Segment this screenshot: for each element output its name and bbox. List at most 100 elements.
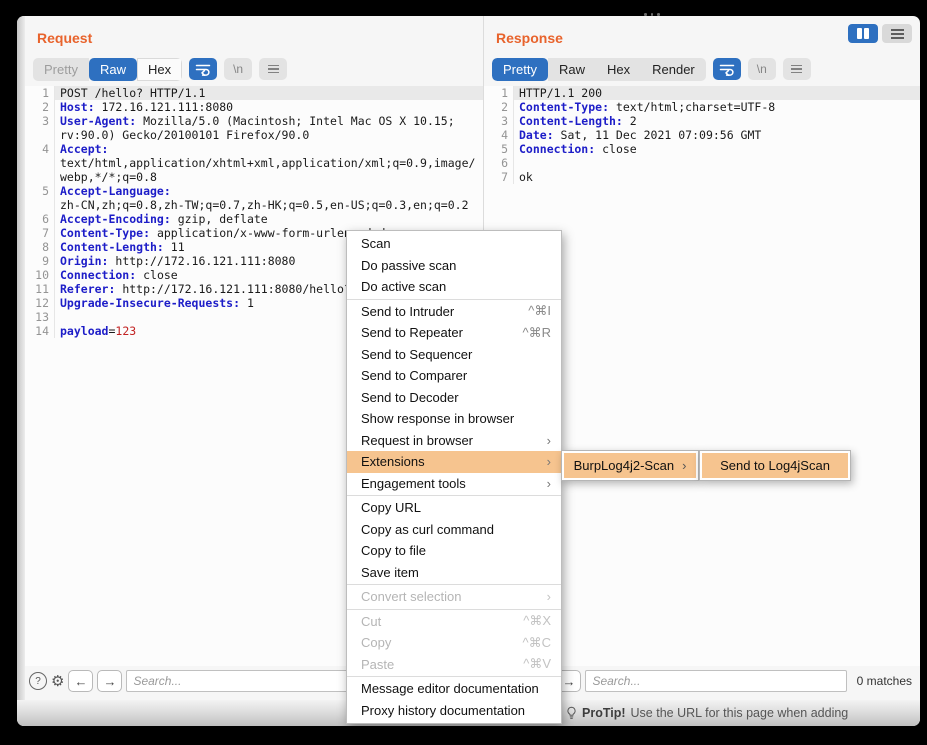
editor-line: 3 User-Agent: Mozilla/5.0 (Macintosh; Int… [25,114,483,128]
wrap-lines-button[interactable] [189,58,218,80]
menu-separator [347,495,561,496]
menu-item-copy: Copy ^⌘C [361,634,551,651]
line-number: 8 [42,240,49,254]
menu-item-engagement-tools[interactable]: Engagement tools › [347,473,561,495]
show-newlines-button-response[interactable]: \n [747,58,776,80]
line-content: rv:90.0) Gecko/20100101 Firefox/90.0 [54,128,483,142]
menu-item-save-item[interactable]: Save item [347,562,561,584]
prev-match-button[interactable]: ← [68,670,94,692]
submenu-item-send-to-log4jscan[interactable]: Send to Log4jScan [702,453,848,478]
menu-item-scan[interactable]: Scan [347,233,561,255]
menu-shortcut: ^⌘I [528,303,551,319]
menu-item-proxy-history-documentation[interactable]: Proxy history documentation [347,700,561,722]
submenu-burplog4j2-scan: Send to Log4jScan [699,450,851,481]
request-tab-pretty[interactable]: Pretty [33,57,89,81]
wrap-lines-button-response[interactable] [712,58,741,80]
line-content: Date: Sat, 11 Dec 2021 07:09:56 GMT [513,128,920,142]
submenu-extensions: BurpLog4j2-Scan › [561,450,699,481]
response-tab-render[interactable]: Render [641,57,706,81]
rows-layout-button[interactable] [882,24,912,43]
menu-item-copy-to-file[interactable]: Copy to file [347,540,561,562]
line-content: webp,*/*;q=0.8 [54,170,483,184]
menu-item-send-to-sequencer[interactable]: Send to Sequencer [347,344,561,366]
line-content: User-Agent: Mozilla/5.0 (Macintosh; Inte… [54,114,483,128]
request-tab-raw[interactable]: Raw [88,57,137,81]
editor-line: webp,*/*;q=0.8 [25,170,483,184]
menu-item-show-response-in-browser[interactable]: Show response in browser [347,408,561,430]
editor-line: 6 [484,156,920,170]
hamburger-icon [267,64,279,74]
line-content: Accept-Encoding: gzip, deflate [54,212,483,226]
line-content: Accept: [54,142,483,156]
editor-line: rv:90.0) Gecko/20100101 Firefox/90.0 [25,128,483,142]
line-content: POST /hello? HTTP/1.1 [54,86,483,100]
response-search-input[interactable] [585,670,847,692]
menu-item-send-to-comparer[interactable]: Send to Comparer [347,365,561,387]
editor-line: 6 Accept-Encoding: gzip, deflate [25,212,483,226]
line-number [25,128,54,142]
line-content: Content-Type: text/html;charset=UTF-8 [513,100,920,114]
newline-glyph: \n [756,62,767,76]
line-content: ok [513,170,920,184]
editor-line: 7 ok [484,170,920,184]
submenu-item-burplog4j2-scan[interactable]: BurpLog4j2-Scan › [564,453,696,478]
menu-item-send-to-intruder[interactable]: Send to Intruder ^⌘I [347,301,561,323]
request-tabbar: Pretty Raw Hex \n [33,57,483,81]
columns-layout-button[interactable] [848,24,878,43]
rows-icon [890,28,904,31]
menu-item-convert-selection: Convert selection › [361,589,551,605]
line-number: 1 [42,86,49,100]
editor-line: 4 Accept: [25,142,483,156]
editor-line: 5 Connection: close [484,142,920,156]
line-number: 9 [42,254,49,268]
line-number: 4 [42,142,49,156]
response-view-tabs: Pretty Raw Hex Render [492,57,706,81]
chevron-right-icon: › [682,458,687,473]
editor-options-button-response[interactable] [782,58,811,80]
show-newlines-button[interactable]: \n [224,58,253,80]
menu-item-copy-url[interactable]: Copy URL [347,497,561,519]
line-number: 7 [42,226,49,240]
screenshot-stage: Request Pretty Raw Hex \n 1 POST /hello?… [0,0,927,745]
line-number [25,156,54,170]
editor-line: 2 Host: 172.16.121.111:8080 [25,100,483,114]
response-tab-raw[interactable]: Raw [547,57,596,81]
editor-options-button[interactable] [259,58,288,80]
lightbulb-icon [566,706,577,720]
menu-item-request-in-browser[interactable]: Request in browser › [347,430,561,452]
columns-icon [857,28,862,39]
splitter-grip[interactable] [644,13,660,16]
menu-item-extensions[interactable]: Extensions › [347,451,561,473]
chevron-right-icon: › [546,432,551,448]
menu-item-message-editor-documentation[interactable]: Message editor documentation [347,678,561,700]
line-content: Content-Length: 2 [513,114,920,128]
menu-item-copy-as-curl-command[interactable]: Copy as curl command [347,519,561,541]
line-content: zh-CN,zh;q=0.8,zh-TW;q=0.7,zh-HK;q=0.5,e… [54,198,483,212]
gear-icon[interactable]: ⚙ [51,674,64,689]
newline-glyph: \n [233,62,244,76]
menu-item-do-active-scan[interactable]: Do active scan [347,276,561,298]
chevron-right-icon: › [546,454,551,470]
menu-separator [347,584,561,585]
request-view-tabs: Pretty Raw Hex [33,57,183,81]
line-number [25,170,54,184]
layout-switcher [848,24,912,43]
editor-line: 1 POST /hello? HTTP/1.1 [25,86,483,100]
editor-line: 3 Content-Length: 2 [484,114,920,128]
request-tab-hex[interactable]: Hex [136,57,183,81]
menu-item-paste: Paste ^⌘V [361,656,551,672]
editor-line: 4 Date: Sat, 11 Dec 2021 07:09:56 GMT [484,128,920,142]
line-number: 13 [35,310,49,324]
response-tab-pretty[interactable]: Pretty [492,57,548,81]
menu-item-send-to-decoder[interactable]: Send to Decoder [347,387,561,409]
protip-title: ProTip! [582,706,626,720]
menu-item-do-passive-scan[interactable]: Do passive scan [347,255,561,277]
help-icon[interactable]: ? [29,672,47,690]
line-content: Connection: close [513,142,920,156]
response-tab-hex[interactable]: Hex [595,57,642,81]
line-number: 14 [35,324,49,338]
menu-item-send-to-repeater[interactable]: Send to Repeater ^⌘R [347,322,561,344]
chevron-right-icon: › [546,475,551,491]
menu-shortcut: ^⌘R [522,324,552,340]
next-match-button[interactable]: → [97,670,123,692]
